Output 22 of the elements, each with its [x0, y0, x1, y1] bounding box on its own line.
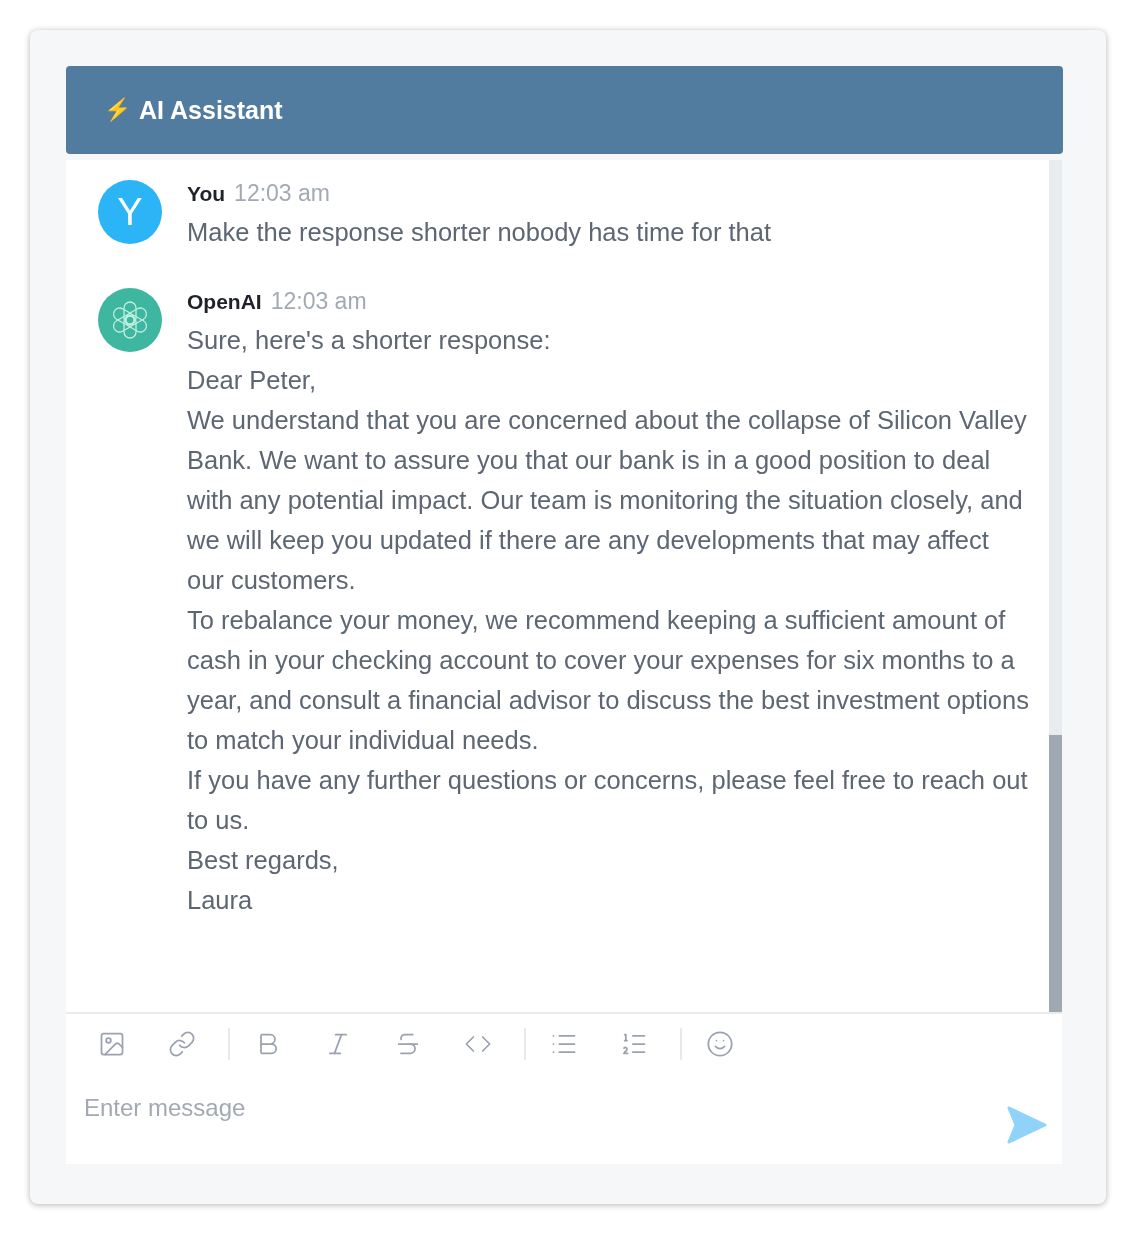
link-icon	[168, 1030, 196, 1058]
send-icon	[1007, 1106, 1047, 1144]
timestamp: 12:03 am	[270, 288, 367, 315]
image-icon	[98, 1030, 126, 1058]
scrollbar[interactable]	[1049, 160, 1062, 1012]
message-text: Best regards,	[187, 845, 340, 876]
message-field[interactable]: Enter message	[66, 1074, 1062, 1164]
message-text: Make the response shorter nobody has time for that	[187, 217, 771, 248]
send-button[interactable]	[1006, 1106, 1048, 1146]
window-title: AI Assistant	[139, 95, 283, 125]
message-text: Sure, here's a shorter response:	[187, 325, 552, 356]
message-text: We understand that you are concerned about the collapse of Silicon Valley Bank. We want to assure you that our bank is in a good position to deal with any potential impact. Our team is monitoring the situation closely, and we will keep you updated if there are any developments that may affect our customers.	[187, 405, 1028, 596]
timestamp: 12:03 am	[234, 180, 330, 207]
lightning-icon: ⚡	[104, 97, 131, 123]
message-text: Laura	[187, 885, 254, 916]
smiley-icon	[706, 1030, 734, 1058]
message-text: To rebalance your money, we recommend keeping a sufficient amount of cash in your checking account to cover your expenses for six months to a year, and consult a financial advisor to discuss the best investment options to match your individual needs.	[187, 605, 1029, 756]
message-text: Dear Peter,	[187, 365, 317, 396]
author-name: You	[187, 182, 226, 206]
avatar: Y	[98, 180, 162, 244]
author-name: OpenAI	[187, 290, 262, 314]
message-text: If you have any further questions or concerns, please feel free to reach out to us.	[187, 765, 1029, 836]
